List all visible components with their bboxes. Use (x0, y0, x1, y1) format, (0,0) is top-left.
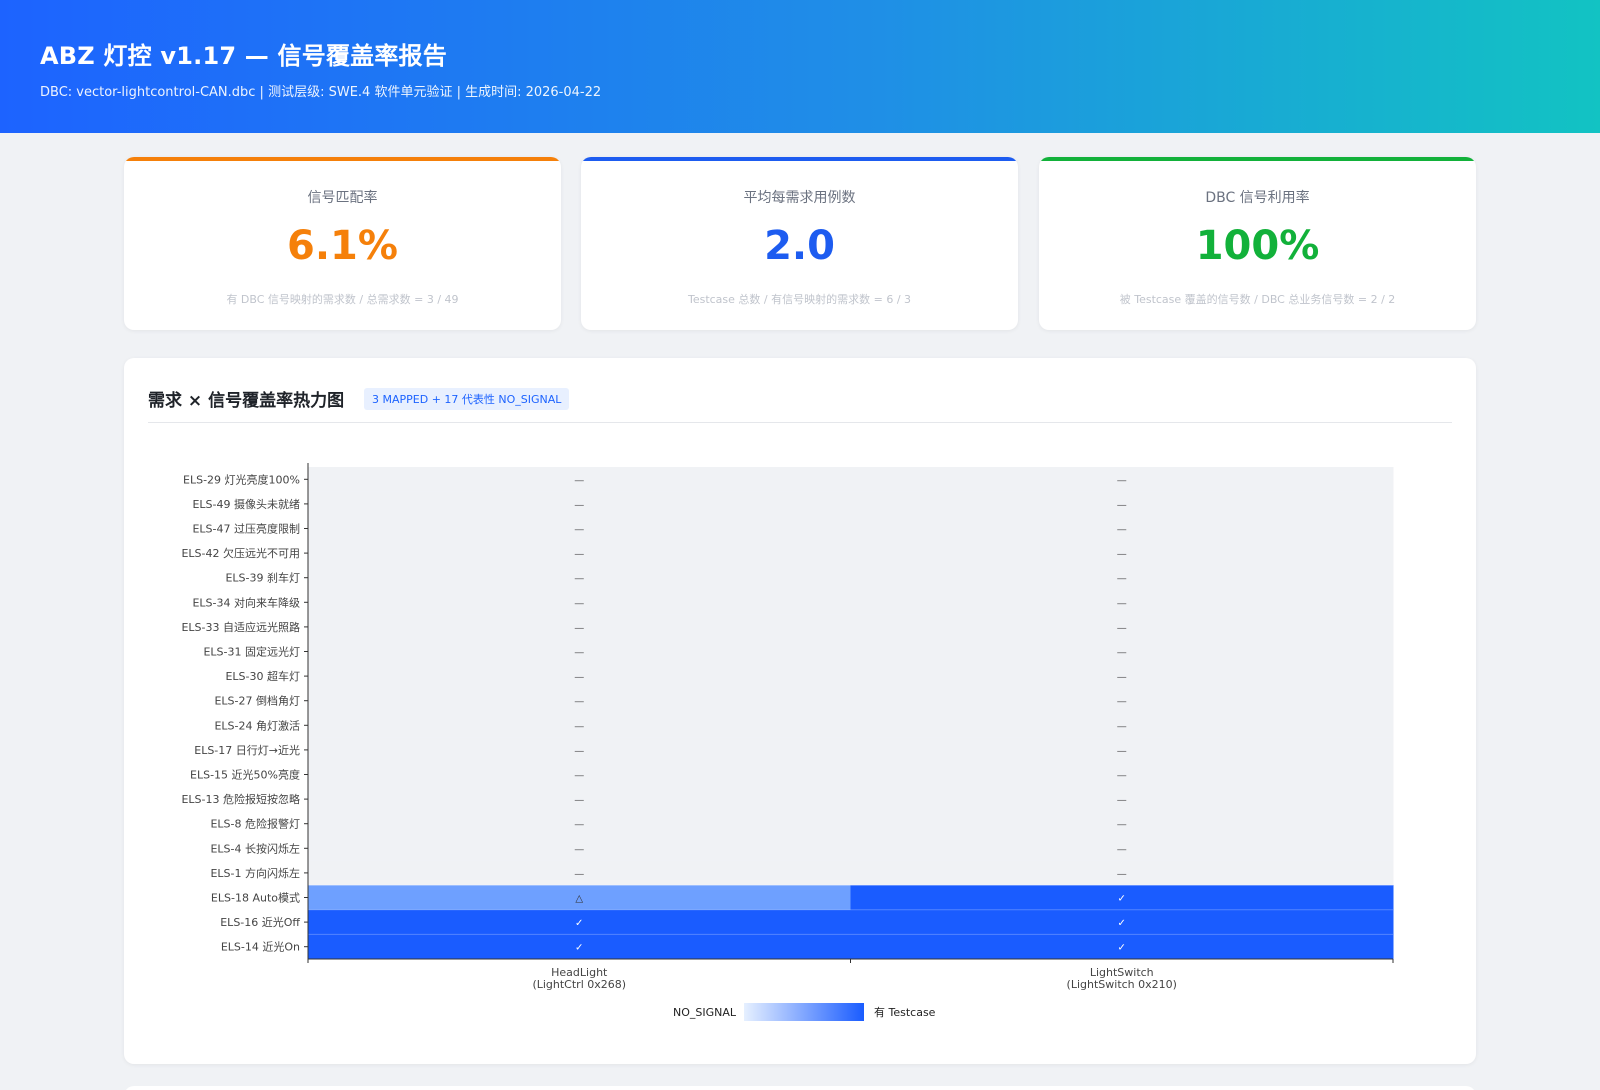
report-title: ABZ 灯控 v1.17 — 信号覆盖率报告 (40, 42, 447, 70)
heatmap-cell-mark: — (1117, 574, 1127, 585)
y-tick-label: ELS-14 近光On (221, 940, 300, 954)
y-tick-label: ELS-13 危险报短按忽略 (181, 792, 300, 806)
heatmap-cell-mark: — (1117, 598, 1127, 609)
heatmap-cell-mark: — (574, 697, 584, 708)
heatmap-cell-mark: — (574, 549, 584, 560)
kpi-card-signal-match: 信号匹配率 6.1% 有 DBC 信号映射的需求数 / 总需求数 = 3 / 4… (124, 157, 561, 330)
heatmap-cell-mark: — (574, 869, 584, 880)
kpi-label: DBC 信号利用率 (1205, 190, 1310, 206)
heatmap-cell-mark: — (1117, 525, 1127, 536)
y-tick-label: ELS-49 摄像头未就绪 (192, 497, 300, 511)
x-tick-label: HeadLight (LightCtrl 0x268) (532, 966, 626, 991)
heatmap-cell-mark: — (1117, 648, 1127, 659)
kpi-value: 2.0 (764, 223, 835, 269)
legend-high-label: 有 Testcase (874, 1005, 936, 1019)
y-tick-label: ELS-29 灯光亮度100% (183, 472, 300, 486)
heatmap-cell-mark: — (1117, 672, 1127, 683)
heatmap-cell-mark: — (574, 672, 584, 683)
y-tick-label: ELS-27 倒档角灯 (214, 694, 300, 708)
y-tick-label: ELS-24 角灯激活 (214, 718, 300, 732)
coverage-heatmap: — — — — — — — — — — — — — — — — — — — — — — — — — — — — — — — — — — △ ✓ ✓ ✓ ✓ ✓… (181, 463, 1394, 1021)
y-tick-label: ELS-30 超车灯 (225, 669, 300, 683)
y-tick-label: ELS-34 对向来车降级 (192, 595, 300, 609)
y-tick-label: ELS-47 过压亮度限制 (192, 522, 300, 536)
heatmap-cell-mark: — (1117, 721, 1127, 732)
heatmap-cell-mark: — (1117, 697, 1127, 708)
legend-low-label: NO_SIGNAL (673, 1006, 737, 1019)
heatmap-cell-mark: — (574, 525, 584, 536)
heatmap-cell-mark: — (574, 475, 584, 486)
report-header: ABZ 灯控 v1.17 — 信号覆盖率报告 DBC: vector-light… (0, 0, 1600, 133)
heatmap-cell-mark: ✓ (1118, 918, 1126, 929)
y-tick-label: ELS-15 近光50%亮度 (190, 768, 300, 782)
x-tick-label: LightSwitch (LightSwitch 0x210) (1067, 966, 1177, 991)
heatmap-cell-mark: — (574, 648, 584, 659)
heatmap-cell-mark: — (574, 771, 584, 782)
heatmap-cell-mark: — (574, 746, 584, 757)
kpi-value: 6.1% (287, 223, 398, 269)
kpi-note: 被 Testcase 覆盖的信号数 / DBC 总业务信号数 = 2 / 2 (1119, 293, 1396, 306)
heatmap-cell-mark: ✓ (575, 943, 583, 954)
kpi-card-avg-cases: 平均每需求用例数 2.0 Testcase 总数 / 有信号映射的需求数 = 6… (581, 157, 1018, 330)
heatmap-cell-mark: — (574, 500, 584, 511)
heatmap-cell-mark: ✓ (1118, 894, 1126, 905)
heatmap-cell-mark: — (1117, 549, 1127, 560)
y-tick-label: ELS-8 危险报警灯 (210, 817, 300, 831)
heatmap-cell-mark: — (574, 574, 584, 585)
heatmap-cell-mark: ✓ (575, 918, 583, 929)
y-tick-label: ELS-39 刹车灯 (225, 571, 300, 585)
heatmap-cell-mark: ✓ (1118, 943, 1126, 954)
heatmap-cell-mark: — (574, 721, 584, 732)
heatmap-panel: 需求 × 信号覆盖率热力图 3 MAPPED + 17 代表性 NO_SIGNA… (124, 358, 1476, 1064)
heatmap-cell-mark: — (1117, 844, 1127, 855)
heatmap-cell-mark: — (574, 623, 584, 634)
heatmap-cell-mark: — (574, 820, 584, 831)
y-tick-label: ELS-16 近光Off (220, 915, 300, 929)
heatmap-cell-mark: — (1117, 795, 1127, 806)
y-tick-label: ELS-31 固定远光灯 (203, 645, 300, 659)
kpi-note: 有 DBC 信号映射的需求数 / 总需求数 = 3 / 49 (226, 293, 459, 306)
heatmap-cell-mark: — (1117, 869, 1127, 880)
legend-gradient (744, 1003, 864, 1021)
kpi-accent-bar (1039, 157, 1476, 161)
heatmap-cell-mark: — (1117, 500, 1127, 511)
x-tick-label-line: (LightCtrl 0x268) (532, 978, 626, 991)
heatmap-cell-mark: — (1117, 746, 1127, 757)
kpi-accent-bar (124, 157, 561, 161)
heatmap-cell-mark: — (1117, 771, 1127, 782)
y-tick-label: ELS-42 欠压远光不可用 (181, 546, 300, 560)
heatmap-cell-mark: △ (575, 894, 583, 905)
y-tick-label: ELS-17 日行灯→近光 (194, 743, 300, 757)
next-panel (124, 1086, 1476, 1090)
kpi-label: 平均每需求用例数 (743, 190, 856, 206)
kpi-accent-bar (581, 157, 1018, 161)
heatmap-cell-mark: — (1117, 623, 1127, 634)
kpi-cards: 信号匹配率 6.1% 有 DBC 信号映射的需求数 / 总需求数 = 3 / 4… (124, 157, 1476, 330)
x-tick-label-line: (LightSwitch 0x210) (1067, 978, 1177, 991)
kpi-card-dbc-utilization: DBC 信号利用率 100% 被 Testcase 覆盖的信号数 / DBC 总… (1039, 157, 1476, 330)
kpi-value: 100% (1195, 223, 1320, 269)
heatmap-cell-mark: — (1117, 820, 1127, 831)
heatmap-cell-mark: — (574, 795, 584, 806)
y-tick-label: ELS-33 自适应远光照路 (181, 620, 300, 634)
report-subtitle: DBC: vector-lightcontrol-CAN.dbc | 测试层级:… (40, 85, 602, 100)
y-tick-label: ELS-1 方向闪烁左 (210, 866, 300, 880)
heatmap-cell-mark: — (574, 844, 584, 855)
heatmap-cell-mark: — (1117, 475, 1127, 486)
y-tick-label: ELS-18 Auto模式 (211, 892, 300, 905)
kpi-label: 信号匹配率 (307, 190, 378, 206)
heatmap-cell-mark: — (574, 598, 584, 609)
kpi-note: Testcase 总数 / 有信号映射的需求数 = 6 / 3 (687, 293, 912, 306)
y-tick-label: ELS-4 长按闪烁左 (210, 841, 300, 855)
